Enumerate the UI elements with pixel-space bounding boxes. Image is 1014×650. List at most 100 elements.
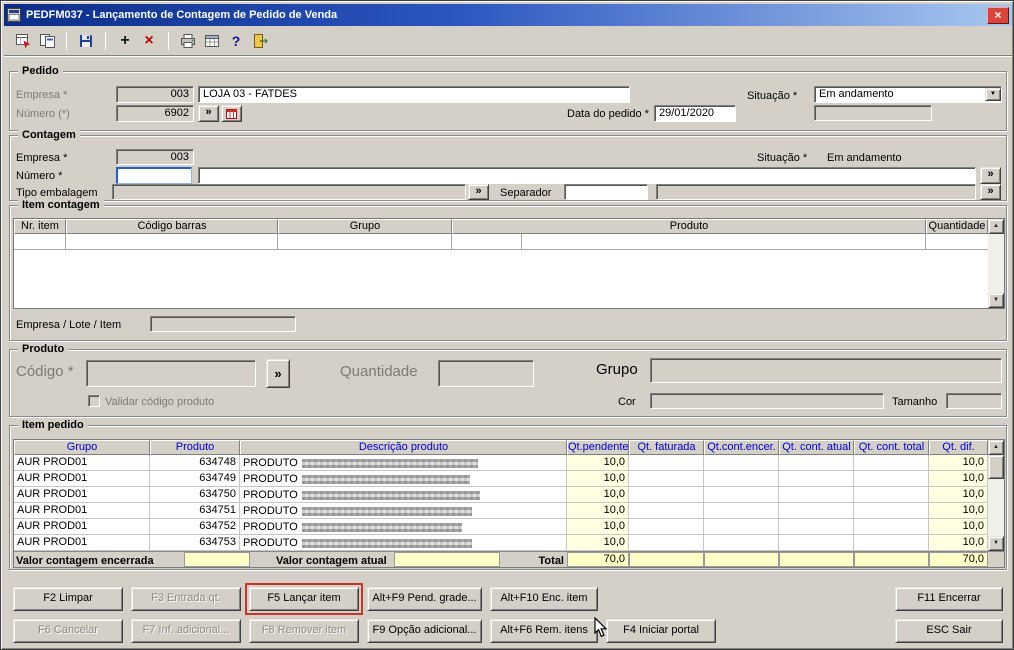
toolbar-grid-button[interactable] [200, 29, 224, 53]
redacted-text [301, 458, 478, 468]
table-row[interactable]: AUR PROD01 634752 PRODUTO 10,0 10,0 [14, 519, 988, 535]
data-pedido-label: Data do pedido * [567, 108, 649, 120]
pedido-group-label: Pedido [18, 64, 63, 78]
scroll-down-icon[interactable]: ▼ [988, 293, 1004, 308]
column-header: Produto [150, 440, 240, 455]
scroll-up-icon[interactable]: ▲ [988, 440, 1004, 455]
pedido-empresa-name-field: LOJA 03 - FATDES [198, 86, 630, 103]
f2-limpar-button[interactable]: F2 Limpar [13, 587, 123, 611]
produto-grupo-field [650, 358, 1002, 383]
contagem-numero-desc-field[interactable] [198, 167, 976, 184]
scroll-down-icon[interactable]: ▼ [988, 536, 1004, 551]
total-cont-total-field [854, 552, 929, 567]
column-header: Qt.cont.encer. [704, 440, 779, 455]
total-label: Total [538, 555, 564, 567]
toolbar-form-new-button[interactable] [35, 29, 59, 53]
f9-opcao-adicional-button[interactable]: F9 Opção adicional... [367, 619, 482, 643]
empty-row[interactable] [14, 234, 988, 250]
produto-codigo-field [86, 360, 256, 387]
column-header: Qt.pendente [567, 440, 629, 455]
chevron-down-icon[interactable]: ▼ [985, 88, 1001, 101]
altf10-enc-item-button[interactable]: Alt+F10 Enc. item [490, 587, 598, 611]
separador-lookup-button[interactable]: » [980, 184, 1001, 200]
produto-quantidade-label: Quantidade [340, 363, 418, 380]
altf6-rem-itens-button[interactable]: Alt+F6 Rem. itens [490, 619, 598, 643]
produto-grupo-label: Grupo [596, 361, 638, 378]
data-pedido-field[interactable]: 29/01/2020 [654, 105, 736, 122]
item-contagem-grid: Nr. item Código barras Grupo Produto Qua… [13, 218, 1005, 309]
altf9-pend-grade-button[interactable]: Alt+F9 Pend. grade... [367, 587, 482, 611]
valor-atual-label: Valor contagem atual [276, 555, 387, 567]
f6-cancelar-button: F6 Cancelar [13, 619, 123, 643]
validar-codigo-checkbox [88, 395, 100, 407]
tipo-embalagem-field [112, 184, 466, 200]
total-dif-field: 70,0 [929, 552, 988, 567]
produto-cor-label: Cor [618, 396, 636, 408]
window-title: PEDFM037 - Lançamento de Contagem de Ped… [26, 9, 338, 21]
item-pedido-header: Grupo Produto Descrição produto Qt.pende… [14, 440, 1004, 455]
f8-remover-item-button: F8 Remover item [249, 619, 359, 643]
pedido-numero-lookup-button[interactable]: » [198, 105, 219, 122]
item-contagem-scrollbar[interactable]: ▲ ▼ [988, 219, 1004, 308]
scrollbar-thumb[interactable] [988, 455, 1004, 479]
item-pedido-group: Item pedido Grupo Produto Descrição prod… [9, 418, 1007, 570]
table-row[interactable]: AUR PROD01 634748 PRODUTO 10,0 10,0 [14, 455, 988, 471]
redacted-text [301, 506, 472, 516]
toolbar-add-button[interactable]: + [113, 29, 137, 53]
item-contagem-body[interactable] [14, 234, 988, 308]
exit-icon [254, 33, 268, 48]
scroll-up-icon[interactable]: ▲ [988, 219, 1004, 234]
column-header: Grupo [278, 219, 452, 234]
table-row[interactable]: AUR PROD01 634749 PRODUTO 10,0 10,0 [14, 471, 988, 487]
close-button[interactable]: × [987, 6, 1009, 24]
toolbar-separator [105, 31, 106, 50]
toolbar: + × ? [4, 26, 1012, 56]
toolbar-print-button[interactable] [176, 29, 200, 53]
empresa-lote-item-label: Empresa / Lote / Item [16, 319, 122, 331]
column-header: Quantidade [926, 219, 988, 234]
valor-encerrada-label: Valor contagem encerrada [16, 555, 154, 567]
contagem-group-label: Contagem [18, 128, 80, 142]
total-faturada-field [629, 552, 704, 567]
f5-lancar-item-button[interactable]: F5 Lançar item [245, 583, 363, 615]
f7-inf-adicional-button: F7 Inf. adicional... [131, 619, 241, 643]
esc-sair-button[interactable]: ESC Sair [895, 619, 1003, 643]
form-new-icon [39, 33, 55, 48]
pedido-numero-field: 6902 [116, 105, 194, 122]
contagem-numero-lookup-button[interactable]: » [980, 167, 1001, 184]
produto-codigo-label: Código * [16, 363, 74, 380]
produto-codigo-lookup-button[interactable]: » [266, 359, 290, 388]
total-pendente-field: 70,0 [567, 552, 629, 567]
help-icon: ? [231, 32, 241, 49]
contagem-situacao-label: Situação * [757, 152, 808, 164]
save-icon [80, 34, 92, 47]
contagem-situacao-value: Em andamento [827, 152, 902, 164]
toolbar-navigate-button[interactable] [11, 29, 35, 53]
column-header: Nr. item [14, 219, 66, 234]
pedido-situacao-select[interactable]: Em andamento ▼ [814, 86, 1002, 103]
column-header: Produto [452, 219, 926, 234]
toolbar-help-button[interactable]: ? [224, 29, 248, 53]
toolbar-delete-button[interactable]: × [137, 29, 161, 53]
contagem-numero-input[interactable] [116, 167, 192, 184]
item-pedido-footer: Valor contagem encerrada Valor contagem … [14, 551, 1004, 567]
print-icon [181, 33, 195, 48]
toolbar-exit-button[interactable] [248, 29, 272, 53]
item-contagem-header: Nr. item Código barras Grupo Produto Qua… [14, 219, 1004, 234]
pedido-situacao-extra-field [814, 105, 932, 121]
table-row[interactable]: AUR PROD01 634750 PRODUTO 10,0 10,0 [14, 487, 988, 503]
table-row[interactable]: AUR PROD01 634751 PRODUTO 10,0 10,0 [14, 503, 988, 519]
redacted-text [301, 538, 472, 548]
add-icon: + [120, 31, 130, 49]
tipo-embalagem-lookup-button[interactable]: » [468, 184, 489, 200]
table-row[interactable]: AUR PROD01 634753 PRODUTO 10,0 10,0 [14, 535, 988, 551]
contagem-group: Contagem Empresa * 003 Situação * Em and… [9, 128, 1007, 201]
pedido-calendar-button[interactable] [221, 105, 242, 122]
item-pedido-grid: Grupo Produto Descrição produto Qt.pende… [13, 439, 1005, 568]
f11-encerrar-button[interactable]: F11 Encerrar [895, 587, 1003, 611]
item-pedido-scrollbar[interactable]: ▲ ▼ [988, 440, 1004, 551]
f4-iniciar-portal-button[interactable]: F4 Iniciar portal [606, 619, 716, 643]
toolbar-save-button[interactable] [74, 29, 98, 53]
separador-field[interactable] [564, 184, 648, 200]
contagem-numero-label: Número * [16, 170, 63, 182]
